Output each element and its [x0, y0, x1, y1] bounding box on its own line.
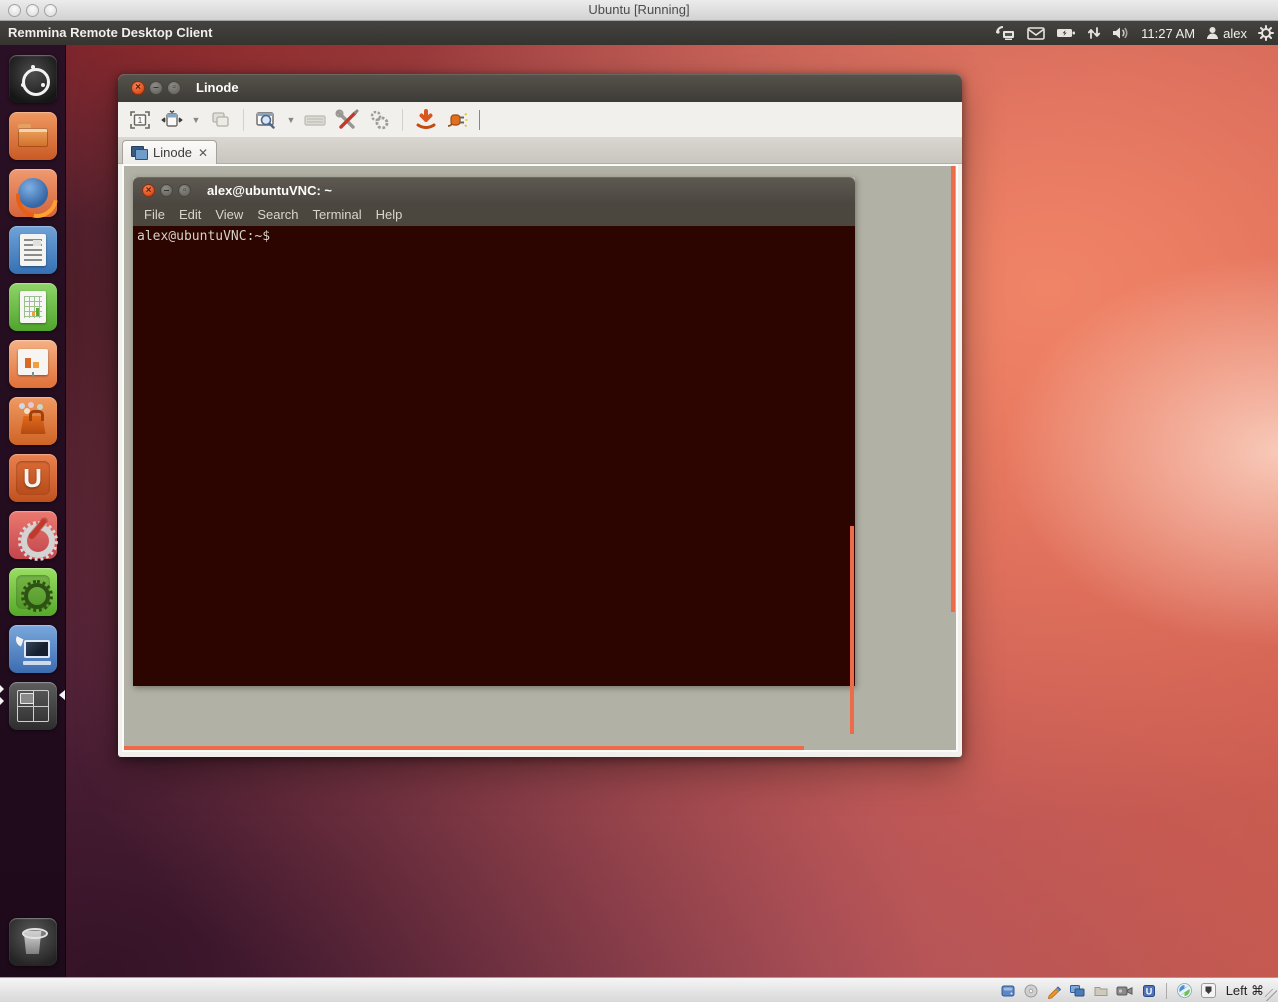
disconnect-button[interactable]	[445, 107, 471, 133]
optical-drives-icon[interactable]	[1023, 983, 1039, 999]
resize-grip[interactable]	[1265, 989, 1277, 1001]
launcher-item-remmina[interactable]	[9, 625, 57, 673]
launcher-item-libreoffice-calc[interactable]	[9, 283, 57, 331]
statusbar-separator	[1166, 983, 1167, 999]
menu-file[interactable]: File	[137, 204, 172, 226]
vbox-statusbar: U Left ⌘	[0, 977, 1278, 1002]
zoom-dropdown[interactable]: ▼	[286, 107, 296, 133]
keyboard-capture-icon[interactable]	[1200, 982, 1217, 999]
remmina-toolbar: 1 ▼	[118, 102, 962, 137]
launcher-item-home-folder[interactable]	[9, 112, 57, 160]
menu-edit[interactable]: Edit	[172, 204, 208, 226]
terminal-maximize-button[interactable]	[178, 184, 191, 197]
host-window-title: Ubuntu [Running]	[0, 0, 1278, 21]
shared-clipboard-icon[interactable]	[1046, 983, 1062, 999]
window-minimize-button[interactable]	[149, 81, 163, 95]
connection-icon	[131, 146, 147, 159]
terminal-scrollbar[interactable]	[850, 526, 854, 734]
username-label: alex	[1223, 26, 1247, 41]
remmina-indicator-icon[interactable]	[994, 25, 1016, 41]
terminal-window-title: alex@ubuntuVNC: ~	[207, 177, 332, 204]
window-close-button[interactable]	[131, 81, 145, 95]
menu-terminal[interactable]: Terminal	[306, 204, 369, 226]
mouse-integration-icon[interactable]	[1176, 982, 1193, 999]
indicator-tray: 11:27 AM alex	[994, 21, 1274, 45]
toolbar-caret	[479, 110, 480, 130]
network-indicator-icon[interactable]	[1087, 26, 1101, 40]
monitor-icon	[24, 640, 50, 658]
launcher-item-ubuntu-one[interactable]	[9, 454, 57, 502]
vbox-status-icons: U Left ⌘	[1000, 978, 1264, 1002]
svg-text:U: U	[1145, 986, 1152, 996]
window-maximize-button[interactable]	[167, 81, 181, 95]
remmina-window-title: Linode	[196, 74, 239, 102]
launcher-item-ubuntu-software-center[interactable]	[9, 397, 57, 445]
ubuntu-desktop: Remmina Remote Desktop Client	[0, 21, 1278, 977]
menu-help[interactable]: Help	[369, 204, 410, 226]
terminal-minimize-button[interactable]	[160, 184, 173, 197]
viewport-vertical-scrollbar[interactable]	[951, 166, 955, 612]
keyboard-icon	[23, 661, 51, 665]
connection-tab-linode[interactable]: Linode ✕	[122, 140, 217, 164]
focused-app-arrow	[59, 690, 65, 700]
tools-button[interactable]	[334, 107, 360, 133]
tab-label: Linode	[153, 145, 192, 160]
launcher-item-libreoffice-impress[interactable]	[9, 340, 57, 388]
remmina-titlebar[interactable]: Linode	[118, 74, 962, 102]
hard-disks-icon[interactable]	[1000, 983, 1016, 999]
launcher-item-trash[interactable]	[9, 918, 57, 966]
mail-indicator-icon[interactable]	[1027, 27, 1045, 40]
vnc-viewport[interactable]: alex@ubuntuVNC: ~ File Edit View Search …	[122, 164, 958, 752]
unity-launcher	[0, 45, 66, 977]
user-menu[interactable]: alex	[1206, 26, 1247, 41]
duplicate-connection-button[interactable]	[207, 107, 233, 133]
terminal-titlebar[interactable]: alex@ubuntuVNC: ~	[133, 177, 855, 204]
shared-folders-icon[interactable]	[1093, 983, 1109, 999]
host-key-label: Left ⌘	[1224, 983, 1264, 999]
volume-indicator-icon[interactable]	[1112, 26, 1130, 40]
preferences-button[interactable]	[366, 107, 392, 133]
toolbar-separator	[243, 109, 244, 131]
menu-view[interactable]: View	[208, 204, 250, 226]
toggle-fullscreen-button[interactable]: 1	[127, 107, 153, 133]
display-icon[interactable]	[1069, 983, 1086, 999]
user-icon	[1206, 26, 1219, 40]
viewport-horizontal-scrollbar[interactable]	[124, 746, 804, 750]
terminal-body[interactable]: alex@ubuntuVNC:~$	[133, 226, 855, 686]
toolbar-separator	[402, 109, 403, 131]
clock-indicator[interactable]: 11:27 AM	[1141, 26, 1195, 41]
tab-close-icon[interactable]: ✕	[198, 147, 208, 159]
screenshot-button[interactable]	[413, 107, 439, 133]
running-indicator-pip	[0, 697, 4, 705]
remote-terminal-window: alex@ubuntuVNC: ~ File Edit View Search …	[133, 177, 855, 686]
launcher-item-dash-home[interactable]	[9, 55, 57, 103]
terminal-menubar: File Edit View Search Terminal Help	[133, 204, 855, 226]
usb-devices-icon[interactable]: U	[1141, 983, 1157, 999]
launcher-item-workspace-switcher[interactable]	[9, 682, 57, 730]
host-titlebar[interactable]: Ubuntu [Running]	[0, 0, 1278, 21]
ubuntu-top-panel: Remmina Remote Desktop Client	[0, 21, 1278, 45]
remmina-window: Linode 1	[118, 74, 962, 757]
remmina-tabbar: Linode ✕	[118, 137, 962, 164]
battery-indicator-icon[interactable]	[1056, 27, 1076, 39]
clock-label: 11:27 AM	[1141, 26, 1195, 41]
scaled-mode-button[interactable]	[159, 107, 185, 133]
launcher-item-libreoffice-writer[interactable]	[9, 226, 57, 274]
zoom-options-button[interactable]	[254, 107, 280, 133]
launcher-item-software-updater[interactable]	[9, 568, 57, 616]
active-app-title: Remmina Remote Desktop Client	[8, 21, 212, 45]
launcher-item-firefox[interactable]	[9, 169, 57, 217]
terminal-prompt: alex@ubuntuVNC:~$	[137, 229, 270, 244]
terminal-close-button[interactable]	[142, 184, 155, 197]
running-indicator-pip	[0, 685, 4, 693]
session-gear-icon[interactable]	[1258, 25, 1274, 41]
launcher-item-system-settings[interactable]	[9, 511, 57, 559]
scaled-mode-dropdown[interactable]: ▼	[191, 107, 201, 133]
svg-text:1: 1	[138, 116, 143, 125]
video-capture-icon[interactable]	[1116, 984, 1134, 998]
keyboard-grab-button[interactable]	[302, 107, 328, 133]
menu-search[interactable]: Search	[250, 204, 305, 226]
virtualbox-vm-screen: Ubuntu [Running] Remmina Remote Desktop …	[0, 0, 1278, 1002]
